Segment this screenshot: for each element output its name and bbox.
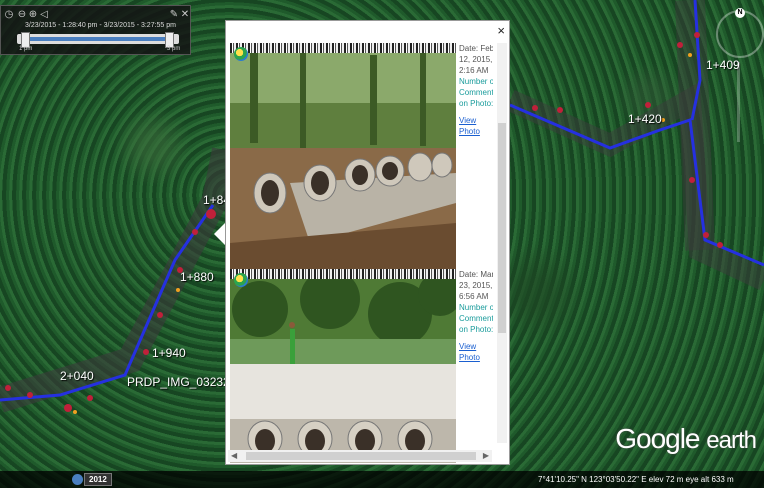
zoom-out-icon[interactable]: ⊖	[17, 10, 27, 20]
photo-balloon-popup: × Date: Feb 12, 2015, 2:16 AM Number o C…	[225, 20, 510, 465]
close-icon[interactable]: ✕	[180, 10, 190, 20]
barcode-strip	[230, 43, 456, 53]
globe-icon[interactable]	[72, 474, 83, 485]
coordinates-readout: 7°41'10.25" N 123°03'50.22" E elev 72 m …	[538, 475, 734, 484]
km-label: 2+040	[60, 369, 94, 383]
photo-meta: Date: Feb 12, 2015, 2:16 AM Number of Co…	[459, 43, 493, 137]
time-start-label: 1 pm	[19, 46, 33, 52]
worker-figure	[290, 329, 295, 364]
comments-label: Number of Comments on Photo:	[459, 77, 493, 108]
zoom-slider[interactable]	[737, 62, 740, 142]
google-earth-logo: Google earth	[615, 423, 757, 454]
view-photo-link[interactable]: View Photo	[459, 115, 493, 137]
clock-icon[interactable]: ◷	[4, 10, 14, 20]
photo-meta: Date: Mar 23, 2015, 6:56 AM Number of Co…	[459, 269, 493, 363]
project-logo-icon	[234, 47, 248, 61]
horizontal-scrollbar[interactable]: ◀ ▶	[228, 450, 492, 462]
photo-date: Date: Feb 12, 2015, 2:16 AM	[459, 44, 493, 75]
project-logo-icon	[234, 273, 248, 287]
photo-thumbnail[interactable]	[230, 269, 456, 463]
time-slider-fill	[25, 37, 171, 41]
horizontal-scroll-thumb[interactable]	[246, 452, 476, 460]
vertical-scroll-thumb[interactable]	[498, 123, 506, 333]
speaker-icon[interactable]: ◁	[39, 10, 49, 20]
comments-label: Number of Comments on Photo:	[459, 303, 493, 334]
scroll-right-icon[interactable]: ▶	[483, 451, 489, 460]
time-range-text: 3/23/2015 - 1:28:40 pm - 3/23/2015 - 3:2…	[25, 22, 176, 29]
vertical-scrollbar[interactable]	[497, 43, 507, 443]
barcode-strip	[230, 269, 456, 279]
close-button[interactable]: ×	[497, 23, 505, 38]
navigation-compass[interactable]: N	[716, 8, 764, 58]
wrench-icon[interactable]: ✎	[169, 10, 179, 20]
scroll-left-icon[interactable]: ◀	[231, 451, 237, 460]
status-bar: 2012 7°41'10.25" N 123°03'50.22" E elev …	[0, 471, 764, 488]
photo-thumbnail[interactable]	[230, 43, 456, 271]
zoom-in-icon[interactable]: ⊕	[28, 10, 38, 20]
km-label: 1+420	[628, 112, 662, 126]
time-end-label: 3 pm	[167, 46, 181, 52]
km-label: 1+409	[706, 58, 740, 72]
time-slider-track[interactable]	[17, 32, 179, 48]
photo-placemark-label[interactable]: PRDP_IMG_032320	[127, 375, 236, 389]
km-label: 1+940	[152, 346, 186, 360]
balloon-content: Date: Feb 12, 2015, 2:16 AM Number of Co…	[230, 43, 493, 463]
time-slider-panel: ◷ ⊖ ⊕ ◁ ✎ ✕ 3/23/2015 - 1:28:40 pm - 3/2…	[0, 5, 191, 55]
photo-date: Date: Mar 23, 2015, 6:56 AM	[459, 270, 493, 301]
km-label: 1+880	[180, 270, 214, 284]
north-indicator[interactable]: N	[735, 8, 745, 18]
imagery-year-badge[interactable]: 2012	[84, 473, 112, 486]
view-photo-link[interactable]: View Photo	[459, 341, 493, 363]
